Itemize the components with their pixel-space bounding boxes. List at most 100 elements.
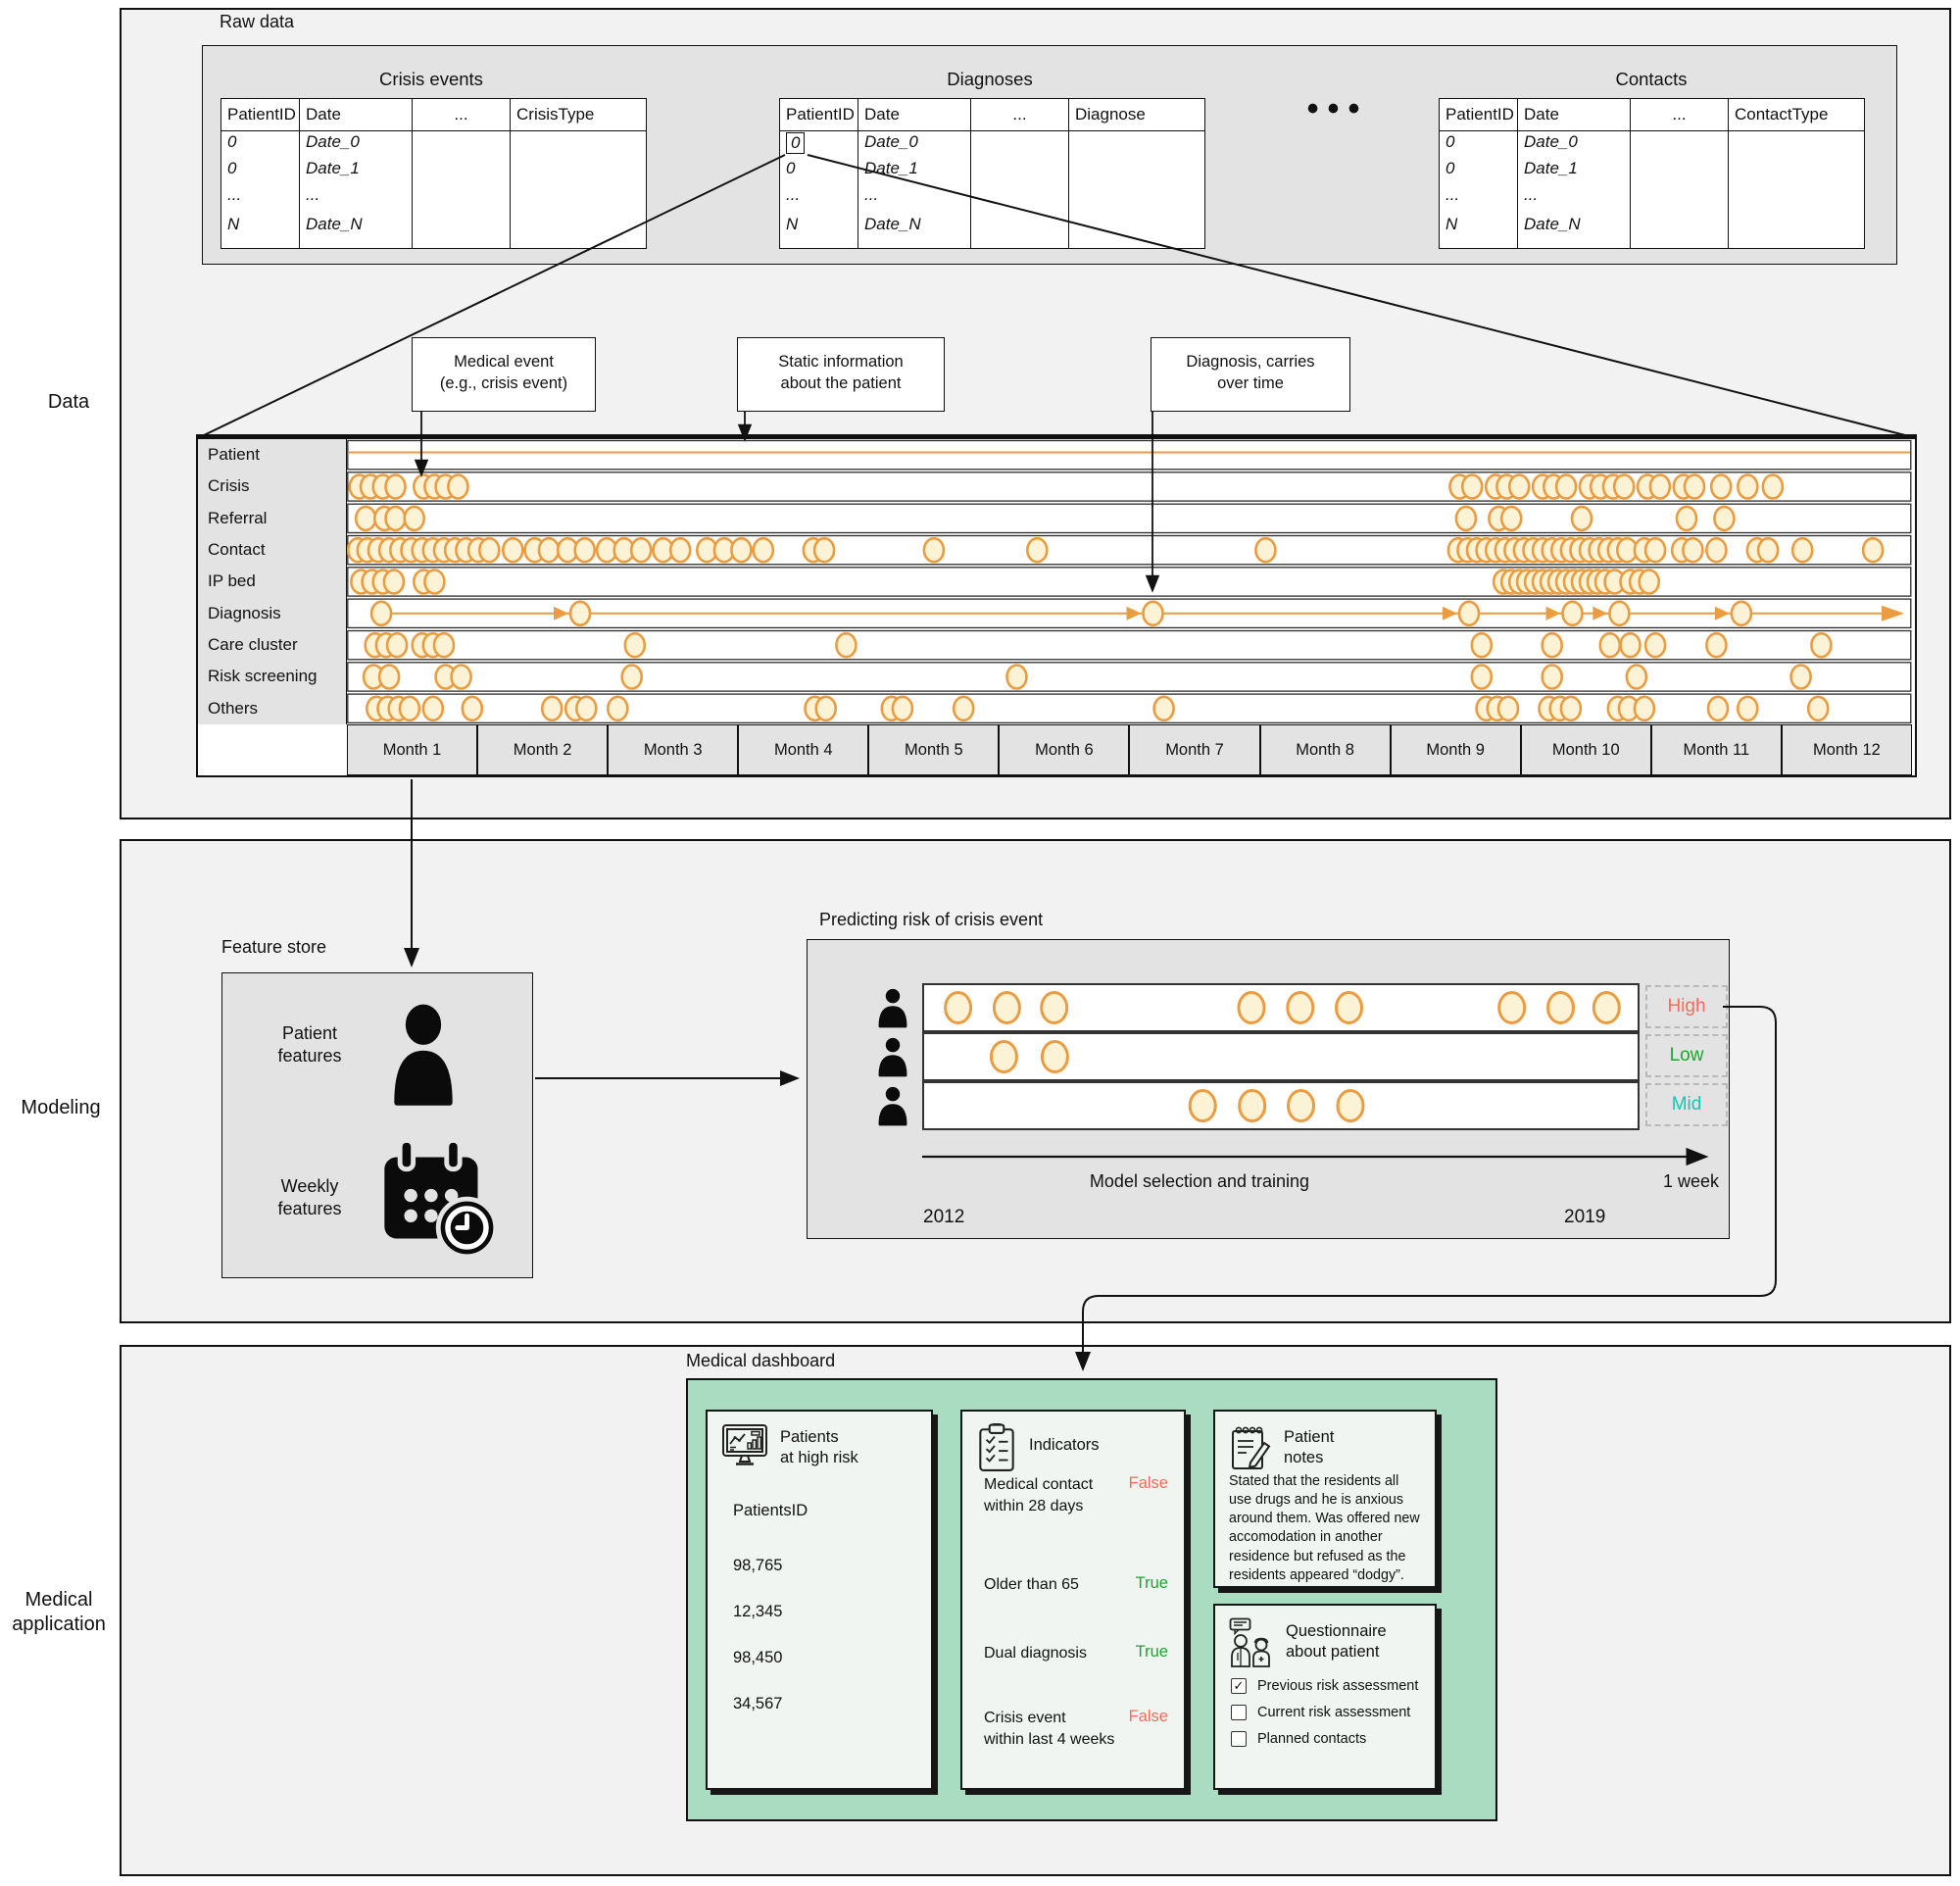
annotation-line: Static information xyxy=(738,351,944,372)
questionnaire-item[interactable]: ✓ Previous risk assessment xyxy=(1231,1678,1427,1694)
timeline-month-cell: Month 11 xyxy=(1651,724,1782,775)
notes-panel-title: Patient notes xyxy=(1284,1423,1334,1469)
risk-label-low: Low xyxy=(1670,1045,1704,1067)
raw-table-crisis-events: Crisis eventsPatientIDDate...CrisisType0… xyxy=(220,69,642,249)
indicator-label: Crisis eventwithin last 4 weeks xyxy=(984,1708,1127,1750)
timeline-month-cell: Month 3 xyxy=(608,724,738,775)
column-header: CrisisType xyxy=(511,99,647,131)
table-cell: N xyxy=(221,214,300,249)
raw-data-label: Raw data xyxy=(220,12,294,32)
predicting-risk-label: Predicting risk of crisis event xyxy=(819,910,1043,930)
indicators-panel: Indicators Medical contactwithin 28 days… xyxy=(960,1410,1186,1790)
indicator-label: Dual diagnosis xyxy=(984,1643,1127,1664)
timeline-row-label: Patient xyxy=(198,439,346,471)
table-cell: ... xyxy=(1440,184,1518,214)
table-cell xyxy=(1069,158,1205,184)
table-cell: Date_0 xyxy=(300,131,413,158)
annotation-line: (e.g., crisis event) xyxy=(413,372,595,394)
model-selection-label: Model selection and training xyxy=(925,1171,1474,1192)
table-cell: 0 xyxy=(221,131,300,158)
patient-notes-text: Stated that the residents all use drugs … xyxy=(1229,1472,1423,1585)
table-cell xyxy=(1729,184,1865,214)
table-cell: Date_0 xyxy=(858,131,971,158)
checkbox-unchecked[interactable] xyxy=(1231,1731,1247,1747)
indicators-panel-title: Indicators xyxy=(1029,1423,1100,1456)
column-header: Diagnose xyxy=(1069,99,1205,131)
table-title: Crisis events xyxy=(220,69,642,98)
person-icon xyxy=(870,1081,915,1130)
questionnaire-item-label: Current risk assessment xyxy=(1257,1705,1410,1720)
column-header: PatientID xyxy=(780,99,858,131)
risk-rows-area xyxy=(922,983,1640,1130)
table-cell: ... xyxy=(1518,184,1631,214)
questionnaire-item[interactable]: Planned contacts xyxy=(1231,1731,1427,1747)
table-cell xyxy=(413,184,511,214)
table-cell: Date_0 xyxy=(1518,131,1631,158)
table-cell xyxy=(1729,214,1865,249)
timeline-row-label: Contact xyxy=(198,534,346,566)
monitor-chart-icon xyxy=(721,1423,768,1468)
table-cell xyxy=(1631,184,1729,214)
table-cell xyxy=(413,158,511,184)
patient-timeline-chart: PatientCrisisReferralContactIP bedDiagno… xyxy=(196,434,1917,777)
questionnaire-panel-title: Questionnaire about patient xyxy=(1286,1617,1387,1663)
data-table: PatientIDDate...CrisisType0Date_00Date_1… xyxy=(220,98,647,249)
year-start-label: 2012 xyxy=(923,1207,964,1228)
annotation-line: about the patient xyxy=(738,372,944,394)
data-table: PatientIDDate...Diagnose0Date_00Date_1..… xyxy=(779,98,1205,249)
checkbox-unchecked[interactable] xyxy=(1231,1705,1247,1720)
table-cell: ... xyxy=(300,184,413,214)
timeline-month-cell: Month 5 xyxy=(868,724,999,775)
questionnaire-item-label: Previous risk assessment xyxy=(1257,1678,1418,1694)
questionnaire-item[interactable]: Current risk assessment xyxy=(1231,1705,1427,1720)
column-header: Date xyxy=(300,99,413,131)
feature-store-label: Feature store xyxy=(221,937,326,958)
risk-label-mid: Mid xyxy=(1672,1094,1702,1116)
risk-label-high: High xyxy=(1667,996,1705,1017)
timeline-row-label: Diagnosis xyxy=(198,598,346,629)
timeline-month-axis: Month 1Month 2Month 3Month 4Month 5Month… xyxy=(347,724,1912,775)
patient-id: 34,567 xyxy=(733,1695,782,1713)
table-cell: N xyxy=(780,214,858,249)
tables-ellipsis: ••• xyxy=(1274,90,1401,128)
table-title: Diagnoses xyxy=(779,69,1200,98)
notepad-pencil-icon xyxy=(1229,1423,1272,1470)
indicator-value: False xyxy=(1129,1708,1168,1726)
table-cell xyxy=(971,158,1069,184)
timeline-month-cell: Month 12 xyxy=(1782,724,1912,775)
predicting-risk-box: High Low Mid Model selection and trainin… xyxy=(807,939,1730,1239)
column-header: PatientID xyxy=(1440,99,1518,131)
timeline-plot-area xyxy=(347,439,1912,724)
table-cell xyxy=(971,184,1069,214)
table-cell: 0 xyxy=(221,158,300,184)
patient-notes-panel: Patient notes Stated that the residents … xyxy=(1213,1410,1437,1588)
column-header: ... xyxy=(971,99,1069,131)
indicator-label: Medical contactwithin 28 days xyxy=(984,1474,1127,1516)
questionnaire-panel: Questionnaire about patient ✓ Previous r… xyxy=(1213,1604,1437,1790)
person-icon xyxy=(870,1032,915,1081)
table-cell xyxy=(1631,214,1729,249)
indicator-value: True xyxy=(1136,1574,1168,1593)
patient-id: 12,345 xyxy=(733,1603,782,1621)
table-cell: Date_1 xyxy=(858,158,971,184)
modeling-section-label: Modeling xyxy=(8,1096,114,1120)
medical-application-section-label: Medical application xyxy=(2,1588,116,1637)
raw-table-contacts: ContactsPatientIDDate...ContactType0Date… xyxy=(1439,69,1864,249)
annotation-medical-event: Medical event (e.g., crisis event) xyxy=(412,337,596,412)
patients-at-high-risk-panel: Patients at high risk PatientsID 98,7651… xyxy=(706,1410,933,1790)
data-table: PatientIDDate...ContactType0Date_00Date_… xyxy=(1439,98,1865,249)
timeline-month-cell: Month 8 xyxy=(1260,724,1391,775)
risk-label-bracket: Mid xyxy=(1645,1083,1728,1126)
clipboard-checklist-icon xyxy=(976,1423,1017,1472)
table-cell xyxy=(1631,158,1729,184)
risk-label-bracket: High xyxy=(1645,985,1728,1028)
indicator-value: False xyxy=(1129,1474,1168,1493)
column-header: Date xyxy=(858,99,971,131)
table-cell xyxy=(1069,131,1205,158)
patient-group-icons xyxy=(870,983,915,1130)
patient-id-list: 98,76512,34598,45034,567 xyxy=(733,1557,782,1741)
checkbox-checked[interactable]: ✓ xyxy=(1231,1678,1247,1694)
timeline-month-cell: Month 9 xyxy=(1391,724,1521,775)
patient-id: 98,450 xyxy=(733,1649,782,1667)
highlighted-cell: 0 xyxy=(786,132,805,154)
